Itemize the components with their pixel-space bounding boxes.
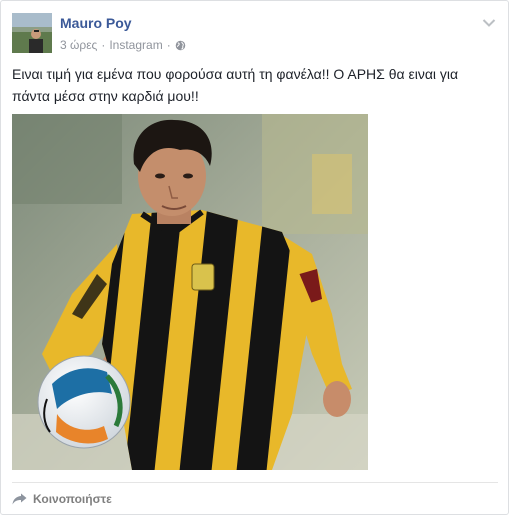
meta-separator: ·	[166, 38, 171, 52]
post-source[interactable]: Instagram	[109, 38, 162, 52]
footer-divider	[12, 482, 498, 483]
avatar[interactable]	[12, 13, 52, 53]
author-name[interactable]: Mauro Poy	[60, 15, 132, 31]
post-photo[interactable]	[12, 114, 368, 470]
share-label: Κοινοποιήστε	[33, 492, 112, 506]
post-time[interactable]: 3 ώρες	[60, 38, 97, 52]
post-header: Mauro Poy 3 ώρες · Instagram ·	[12, 13, 492, 55]
post-meta: 3 ώρες · Instagram ·	[60, 38, 186, 52]
share-arrow-icon	[12, 493, 27, 505]
post-text: Ειναι τιμή για εμένα που φορούσα αυτή τη…	[12, 66, 459, 104]
chevron-down-icon[interactable]	[482, 15, 496, 27]
meta-separator: ·	[101, 38, 106, 52]
globe-icon[interactable]	[175, 40, 186, 51]
facebook-post: Mauro Poy 3 ώρες · Instagram · Ειναι τιμ…	[0, 0, 509, 515]
share-button[interactable]: Κοινοποιήστε	[12, 490, 112, 508]
